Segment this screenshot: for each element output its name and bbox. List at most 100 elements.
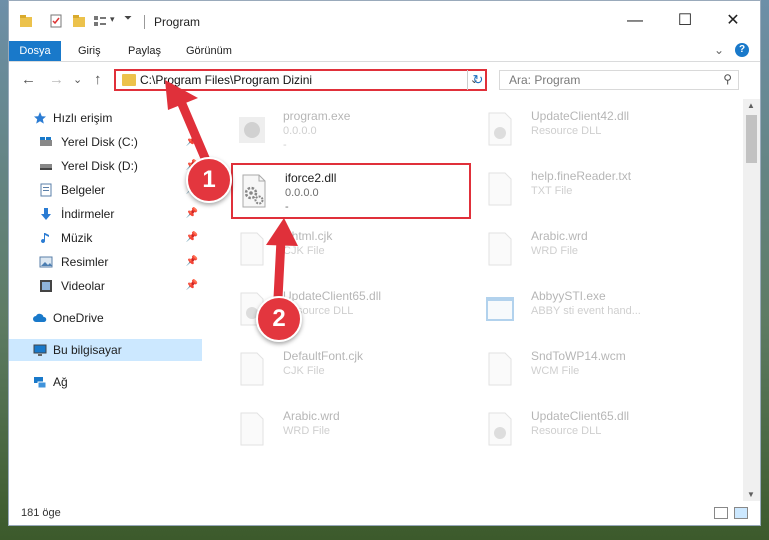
item-count: 181 öge — [21, 507, 61, 519]
file-type: WRD File — [283, 425, 331, 437]
file-item[interactable]: Hhtml.cjk CJK File — [231, 223, 471, 279]
drive-icon — [40, 137, 52, 146]
sidebar-item-drive-d[interactable]: Yerel Disk (D:) 📌 — [9, 155, 202, 177]
window-title: Program — [154, 15, 201, 29]
file-item[interactable]: Arabic.wrd WRD File — [231, 403, 471, 459]
pin-icon[interactable]: 📌 — [186, 232, 198, 243]
pin-icon[interactable]: 📌 — [186, 256, 198, 267]
sidebar-item-label: Müzik — [61, 231, 93, 245]
vertical-scrollbar[interactable]: ▲ ▼ — [743, 99, 760, 501]
star-icon — [34, 112, 46, 124]
file-type: Resource DLL — [531, 425, 602, 437]
details-view-icon[interactable] — [714, 507, 728, 519]
pin-icon[interactable]: 📌 — [186, 280, 198, 291]
refresh-button[interactable]: ↻ — [467, 70, 488, 90]
folder-icon — [20, 15, 32, 27]
sidebar-item-label: Yerel Disk (D:) — [61, 159, 138, 173]
file-name: UpdateClient65.dll — [531, 409, 630, 423]
customize-toolbar-icon[interactable]: ⏷ — [124, 13, 132, 24]
file-item[interactable]: SndToWP14.wcm WCM File — [479, 343, 719, 399]
sidebar-item-quick-access[interactable]: Hızlı erişim — [9, 107, 202, 129]
view-options-icon[interactable] — [93, 14, 107, 28]
file-item[interactable]: UpdateClient42.dll Resource DLL — [479, 103, 719, 159]
file-name: DefaultFont.cjk — [283, 349, 364, 363]
file-icon — [240, 232, 264, 266]
sidebar-item-downloads[interactable]: İndirmeler 📌 — [9, 203, 202, 225]
file-description: - — [285, 201, 289, 213]
sidebar-item-label: İndirmeler — [61, 207, 115, 221]
file-name: AbbyySTI.exe — [531, 289, 606, 303]
scroll-up-icon[interactable]: ▲ — [747, 101, 755, 110]
chevron-down-icon[interactable]: ▾ — [110, 14, 115, 25]
file-description: - — [283, 139, 287, 151]
music-icon — [41, 233, 49, 244]
sidebar-item-network[interactable]: Ağ — [9, 371, 202, 393]
file-version: 0.0.0.0 — [285, 187, 319, 199]
sidebar-item-label: Yerel Disk (C:) — [61, 135, 138, 149]
close-button[interactable]: ✕ — [719, 9, 747, 33]
tab-file[interactable]: Dosya — [9, 41, 61, 61]
file-item-iforce2-dll[interactable]: iforce2.dll 0.0.0.0 - — [231, 163, 471, 219]
new-folder-icon[interactable] — [72, 14, 86, 28]
callout-badge-2: 2 — [256, 296, 302, 342]
sidebar-item-label: Belgeler — [61, 183, 106, 197]
sidebar-item-videos[interactable]: Videolar 📌 — [9, 275, 202, 297]
file-name: UpdateClient42.dll — [531, 109, 630, 123]
forward-button[interactable]: → — [49, 71, 64, 88]
file-type: CJK File — [283, 365, 325, 377]
download-icon — [41, 208, 51, 220]
search-input[interactable]: Ara: Program ⚲ — [499, 70, 739, 90]
file-type: WCM File — [531, 365, 580, 377]
sidebar-item-label: Resimler — [61, 255, 109, 269]
file-icon — [488, 352, 512, 386]
sidebar-item-onedrive[interactable]: OneDrive — [9, 307, 202, 329]
tab-home[interactable]: Giriş — [78, 41, 101, 61]
computer-icon — [33, 344, 47, 356]
scrollbar-thumb[interactable] — [746, 115, 757, 163]
search-placeholder: Ara: Program — [509, 73, 581, 87]
pin-icon[interactable]: 📌 — [186, 208, 198, 219]
help-icon[interactable]: ? — [735, 43, 749, 57]
sidebar-item-drive-c[interactable]: Yerel Disk (C:) 📌 — [9, 131, 202, 153]
sidebar-item-music[interactable]: Müzik 📌 — [9, 227, 202, 249]
app-icon — [486, 297, 514, 321]
sidebar-item-documents[interactable]: Belgeler 📌 — [9, 179, 202, 201]
maximize-button[interactable]: ☐ — [671, 9, 699, 33]
sidebar-item-label: Hızlı erişim — [53, 111, 113, 125]
explorer-window: ▾ ⏷ Program — ☐ ✕ Dosya Giriş Paylaş Gör… — [8, 0, 761, 526]
tab-share[interactable]: Paylaş — [128, 41, 161, 61]
file-item-program-exe[interactable]: program.exe 0.0.0.0 - — [231, 103, 471, 159]
properties-icon[interactable] — [49, 14, 63, 28]
file-item[interactable]: DefaultFont.cjk CJK File — [231, 343, 471, 399]
up-button[interactable]: ↑ — [94, 71, 102, 88]
file-type: ABBY sti event hand... — [531, 305, 641, 317]
file-version: 0.0.0.0 — [283, 125, 317, 137]
sidebar-item-this-pc[interactable]: Bu bilgisayar — [9, 339, 202, 361]
file-name: Hhtml.cjk — [283, 229, 333, 243]
large-icons-view-icon[interactable] — [734, 507, 748, 519]
ribbon: Dosya Giriş Paylaş Görünüm ⌄ ? — [9, 41, 760, 62]
file-name: SndToWP14.wcm — [531, 349, 626, 363]
file-name: UpdateClient65.dll — [283, 289, 382, 303]
dll-gear-icon — [242, 174, 266, 208]
address-bar[interactable]: C:\Program Files\Program Dizini ⌄ — [114, 69, 487, 91]
back-button[interactable]: ← — [21, 71, 36, 88]
pin-icon[interactable]: 📌 — [186, 136, 198, 147]
file-item[interactable]: Arabic.wrd WRD File — [479, 223, 719, 279]
file-item[interactable]: AbbyySTI.exe ABBY sti event hand... — [479, 283, 719, 339]
status-bar: 181 öge — [9, 503, 760, 525]
sidebar-item-pictures[interactable]: Resimler 📌 — [9, 251, 202, 273]
file-item[interactable]: help.fineReader.txt TXT File — [479, 163, 719, 219]
sidebar-item-label: OneDrive — [53, 311, 104, 325]
file-name: help.fineReader.txt — [531, 169, 632, 183]
tab-view[interactable]: Görünüm — [186, 41, 232, 61]
minimize-button[interactable]: — — [621, 9, 649, 33]
search-icon[interactable]: ⚲ — [723, 72, 732, 86]
expand-ribbon-icon[interactable]: ⌄ — [714, 43, 724, 57]
scroll-down-icon[interactable]: ▼ — [747, 490, 755, 499]
video-icon — [40, 280, 52, 292]
file-item[interactable]: UpdateClient65.dll Resource DLL — [479, 403, 719, 459]
callout-badge-1: 1 — [186, 157, 232, 203]
dll-icon — [488, 412, 512, 446]
recent-locations-icon[interactable]: ⌄ — [73, 73, 82, 86]
